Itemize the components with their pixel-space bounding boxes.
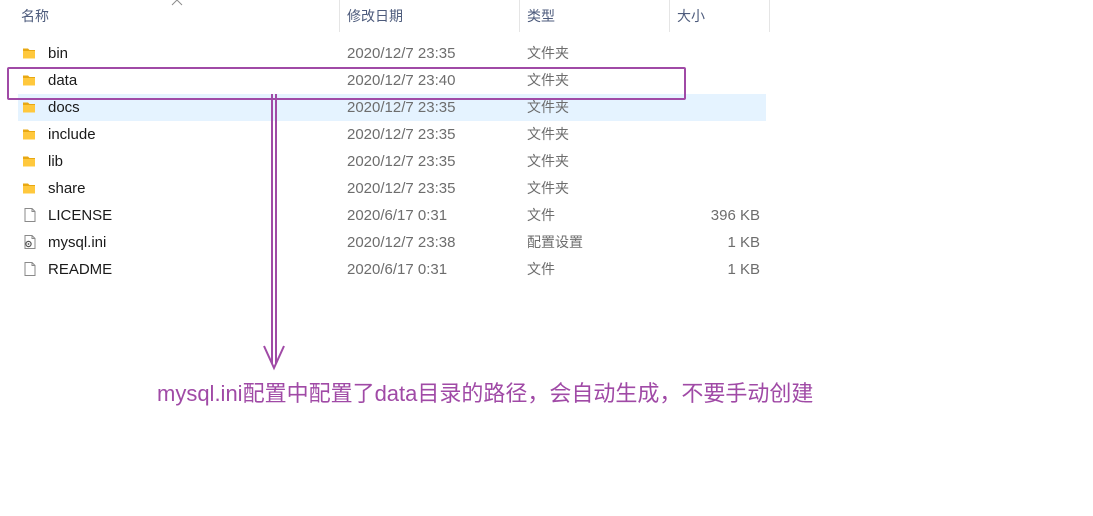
file-size xyxy=(678,67,760,94)
column-header-date-label: 修改日期 xyxy=(347,8,403,24)
file-size: 1 KB xyxy=(727,234,760,251)
column-header-name-label: 名称 xyxy=(21,8,49,24)
folder-icon xyxy=(22,148,42,175)
file-type: 文件夹 xyxy=(527,180,569,196)
file-modified-date: 2020/6/17 0:31 xyxy=(347,207,448,224)
column-header-size[interactable]: 大小 xyxy=(670,0,770,32)
file-size: 1 KB xyxy=(727,261,760,278)
file-type: 文件夹 xyxy=(527,153,569,169)
file-modified-date: 2020/6/17 0:31 xyxy=(347,261,448,278)
file-row[interactable]: README 2020/6/17 0:31 文件 1 KB xyxy=(18,256,766,283)
config-file-icon xyxy=(22,229,42,256)
file-size xyxy=(678,121,760,148)
column-header-type-label: 类型 xyxy=(527,8,555,24)
file-type: 文件夹 xyxy=(527,45,569,61)
file-explorer-view: 名称 修改日期 类型 大小 bin 2020/12/7 23:35 文件夹 data 2… xyxy=(0,0,1093,516)
file-row[interactable]: share 2020/12/7 23:35 文件夹 xyxy=(18,175,766,202)
file-modified-date: 2020/12/7 23:35 xyxy=(347,153,456,170)
file-row[interactable]: lib 2020/12/7 23:35 文件夹 xyxy=(18,148,766,175)
file-type: 文件 xyxy=(527,207,555,223)
file-size xyxy=(678,94,760,121)
column-header-size-label: 大小 xyxy=(677,8,705,24)
file-type: 文件夹 xyxy=(527,126,569,142)
file-modified-date: 2020/12/7 23:35 xyxy=(347,180,456,197)
file-name: lib xyxy=(48,153,64,170)
file-name: README xyxy=(48,261,113,278)
column-header: 名称 修改日期 类型 大小 xyxy=(0,0,770,32)
file-row[interactable]: mysql.ini 2020/12/7 23:38 配置设置 1 KB xyxy=(18,229,766,256)
file-modified-date: 2020/12/7 23:35 xyxy=(347,126,456,143)
annotation-text: mysql.ini配置中配置了data目录的路径，会自动生成，不要手动创建 xyxy=(157,381,814,406)
column-header-date[interactable]: 修改日期 xyxy=(340,0,520,32)
file-size xyxy=(678,40,760,67)
file-icon xyxy=(22,256,42,283)
sort-ascending-icon xyxy=(171,0,183,6)
file-row[interactable]: bin 2020/12/7 23:35 文件夹 xyxy=(18,40,766,67)
file-name: include xyxy=(48,126,96,143)
folder-icon xyxy=(22,121,42,148)
annotation-highlight-box xyxy=(7,67,686,100)
file-size xyxy=(678,175,760,202)
column-header-name[interactable]: 名称 xyxy=(0,0,340,32)
annotation-arrow xyxy=(263,94,285,371)
file-modified-date: 2020/12/7 23:35 xyxy=(347,45,456,62)
file-row[interactable]: include 2020/12/7 23:35 文件夹 xyxy=(18,121,766,148)
file-icon xyxy=(22,202,42,229)
file-name: share xyxy=(48,180,86,197)
file-name: LICENSE xyxy=(48,207,113,224)
file-name: bin xyxy=(48,45,69,62)
column-header-type[interactable]: 类型 xyxy=(520,0,670,32)
file-size xyxy=(678,148,760,175)
folder-icon xyxy=(22,175,42,202)
file-type: 文件 xyxy=(527,261,555,277)
folder-icon xyxy=(22,40,42,67)
file-name: mysql.ini xyxy=(48,234,107,251)
file-modified-date: 2020/12/7 23:38 xyxy=(347,234,456,251)
file-row[interactable]: LICENSE 2020/6/17 0:31 文件 396 KB xyxy=(18,202,766,229)
file-size: 396 KB xyxy=(710,207,760,224)
file-type: 配置设置 xyxy=(527,234,583,250)
